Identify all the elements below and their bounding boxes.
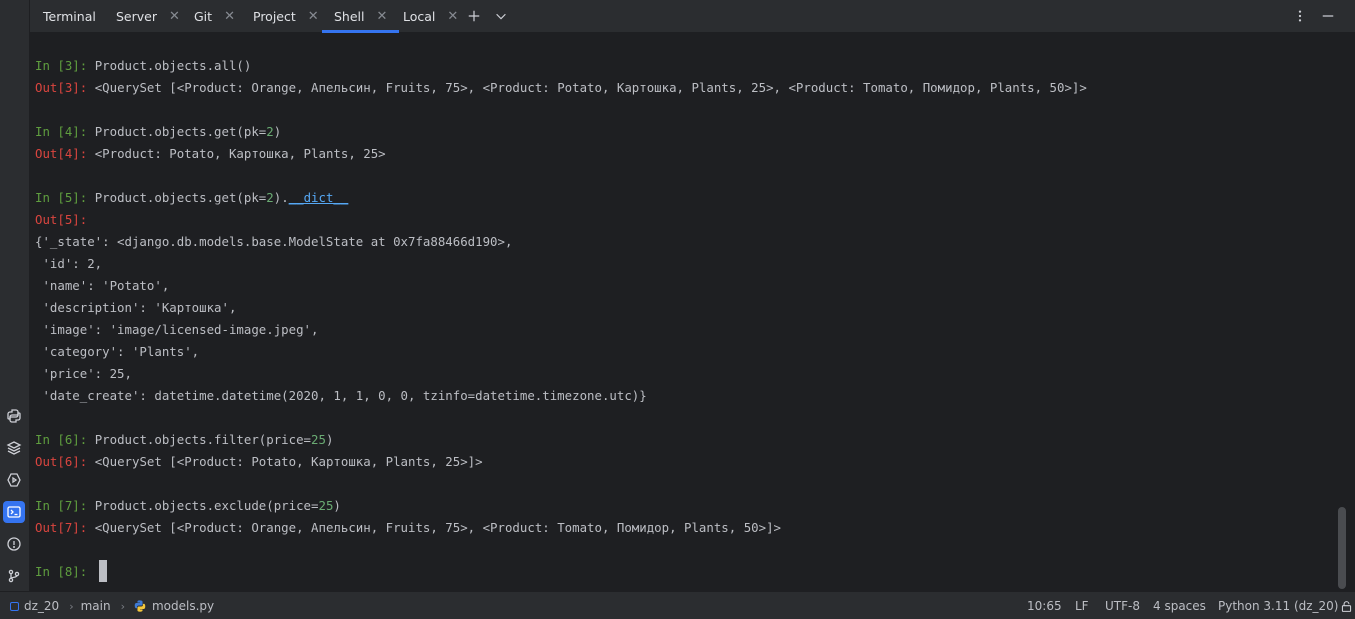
tab-local[interactable]: Local ✕ [403, 0, 458, 33]
input-line-4: In [4]: Product.objects.get(pk=2) [35, 121, 281, 143]
readonly-status-icon[interactable] [1340, 592, 1353, 619]
input-code: ) [273, 124, 282, 139]
problems-icon[interactable] [3, 533, 25, 555]
dict-line: 'category': 'Plants', [35, 344, 200, 359]
close-icon[interactable]: ✕ [447, 9, 458, 24]
breadcrumb-file[interactable]: models.py [152, 599, 214, 613]
input-code: ) [325, 432, 334, 447]
dict-line: 'price': 25, [35, 366, 132, 381]
out-prompt: Out[7]: [35, 520, 95, 535]
in-prompt: In [6]: [35, 432, 95, 447]
input-line-8[interactable]: In [8]: [35, 561, 95, 583]
close-icon[interactable]: ✕ [169, 9, 180, 24]
tab-label: Project [253, 9, 296, 24]
breadcrumb-separator: › [120, 599, 125, 613]
output-line-4: Out[4]: <Product: Potato, Картошка, Plan… [35, 143, 386, 165]
indent-setting[interactable]: 4 spaces [1153, 592, 1206, 619]
input-code: Product.objects.get(pk= [94, 190, 267, 205]
scrollbar-thumb[interactable] [1338, 507, 1346, 589]
left-tool-rail [0, 0, 30, 591]
tab-label: Server [116, 9, 157, 24]
input-code: ). [273, 190, 289, 205]
tab-git[interactable]: Git ✕ [194, 0, 235, 33]
text-cursor [99, 560, 107, 582]
tab-label: Git [194, 9, 213, 24]
output-text: <Product: Potato, Картошка, Plants, 25> [94, 146, 386, 161]
in-prompt: In [3]: [35, 58, 95, 73]
python-console-icon[interactable] [3, 405, 25, 427]
tab-label: Shell [334, 9, 365, 24]
out-prompt: Out[6]: [35, 454, 95, 469]
input-code: Product.objects.exclude(price= [94, 498, 319, 513]
toolwindow-title: Terminal [43, 9, 96, 24]
git-branch-icon[interactable] [3, 565, 25, 587]
breadcrumb-project[interactable]: dz_20 [24, 599, 59, 613]
services-icon[interactable] [3, 469, 25, 491]
output-text: <QuerySet [<Product: Potato, Картошка, P… [94, 454, 483, 469]
project-square-icon [10, 601, 19, 611]
input-number: 25 [318, 498, 334, 513]
breadcrumb-separator: › [69, 599, 74, 613]
output-text: <QuerySet [<Product: Orange, Апельсин, F… [94, 520, 781, 535]
dict-line: {'_state': <django.db.models.base.ModelS… [35, 234, 513, 249]
dict-line: 'description': 'Картошка', [35, 300, 237, 315]
close-icon[interactable]: ✕ [377, 9, 388, 24]
input-number: 25 [311, 432, 326, 447]
line-separator[interactable]: LF [1075, 592, 1089, 619]
status-bar: dz_20 › main › models.py 10:65 LF UTF-8 … [0, 591, 1355, 619]
more-options-icon[interactable] [1292, 8, 1308, 24]
input-line-7: In [7]: Product.objects.exclude(price=25… [35, 495, 341, 517]
tab-server[interactable]: Server ✕ [116, 0, 180, 33]
file-encoding[interactable]: UTF-8 [1105, 592, 1140, 619]
dict-line: 'image': 'image/licensed-image.jpeg', [35, 322, 319, 337]
out-prompt: Out[5]: [35, 212, 88, 227]
in-prompt: In [8]: [35, 564, 95, 579]
input-code: Product.objects.filter(price= [94, 432, 312, 447]
in-prompt: In [7]: [35, 498, 95, 513]
input-number: 2 [266, 190, 274, 205]
input-line-3: In [3]: Product.objects.all() [35, 55, 251, 77]
close-icon[interactable]: ✕ [224, 9, 235, 24]
breadcrumb-branch[interactable]: main [81, 599, 111, 613]
output-text: <QuerySet [<Product: Orange, Апельсин, F… [94, 80, 1087, 95]
in-prompt: In [5]: [35, 190, 95, 205]
output-line-3: Out[3]: <QuerySet [<Product: Orange, Апе… [35, 77, 1087, 99]
python-file-icon [133, 599, 147, 613]
dict-line: 'date_create': datetime.datetime(2020, 1… [35, 388, 647, 403]
input-line-5: In [5]: Product.objects.get(pk=2).__dict… [35, 187, 348, 209]
out-prompt: Out[3]: [35, 80, 95, 95]
tab-shell[interactable]: Shell ✕ [322, 0, 400, 33]
input-code: Product.objects.all() [94, 58, 252, 73]
input-line-6: In [6]: Product.objects.filter(price=25) [35, 429, 333, 451]
minimize-icon[interactable] [1320, 8, 1336, 24]
breadcrumb: dz_20 › main › models.py [10, 592, 214, 619]
shell-console[interactable]: In [3]: Product.objects.all() Out[3]: <Q… [31, 33, 1336, 591]
layers-icon[interactable] [3, 437, 25, 459]
input-code: ) [333, 498, 341, 513]
dict-line: 'id': 2, [35, 256, 103, 271]
tab-label: Local [403, 9, 436, 24]
tab-project[interactable]: Project ✕ [253, 0, 319, 33]
in-prompt: In [4]: [35, 124, 95, 139]
terminal-icon[interactable] [3, 501, 25, 523]
out-prompt: Out[4]: [35, 146, 95, 161]
dunder-attribute: __dict__ [288, 190, 349, 205]
chevron-down-icon[interactable] [493, 8, 509, 24]
close-icon[interactable]: ✕ [308, 9, 319, 24]
output-line-7: Out[7]: <QuerySet [<Product: Orange, Апе… [35, 517, 781, 539]
input-code: Product.objects.get(pk= [94, 124, 267, 139]
input-number: 2 [266, 124, 274, 139]
output-line-6: Out[6]: <QuerySet [<Product: Potato, Кар… [35, 451, 483, 473]
dict-line: 'name': 'Potato', [35, 278, 170, 293]
caret-position[interactable]: 10:65 [1027, 592, 1062, 619]
terminal-tab-bar: Terminal Server ✕ Git ✕ Project ✕ Shell … [30, 0, 1355, 33]
new-tab-plus-icon[interactable] [466, 8, 482, 24]
output-line-5: Out[5]: [35, 209, 87, 231]
python-interpreter[interactable]: Python 3.11 (dz_20) [1218, 592, 1339, 619]
